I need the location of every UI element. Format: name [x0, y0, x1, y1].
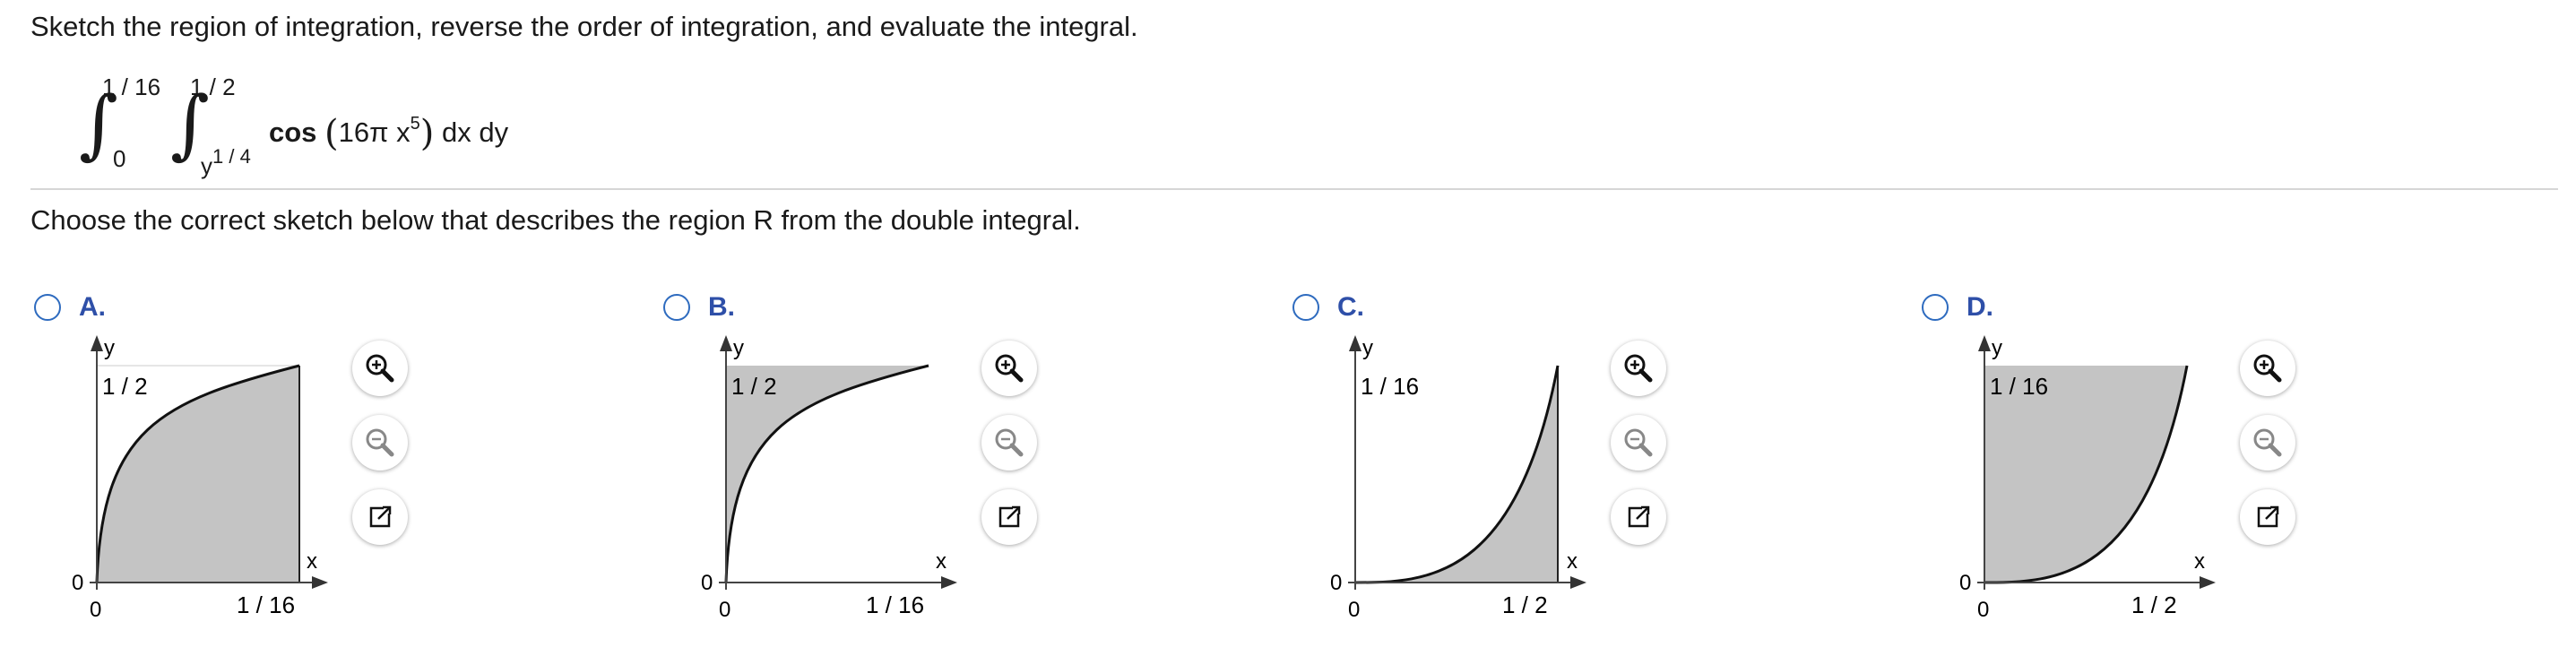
x-tick-label: 1 / 16 — [866, 591, 924, 618]
graph-option-a: y x 1 / 2 1 / 16 0 0 — [72, 335, 328, 622]
inner-upper-limit: 1 / 2 — [190, 73, 236, 100]
origin-y-label: 0 — [72, 571, 83, 595]
option-letter: C. — [1337, 292, 1364, 322]
y-tick-label: 1 / 2 — [731, 373, 777, 400]
option-a[interactable]: A. y x 1 / 2 1 / 16 0 0 — [34, 285, 644, 643]
divider — [30, 188, 2558, 190]
option-letter: D. — [1967, 292, 1993, 322]
popout-icon — [1628, 505, 1650, 528]
option-d[interactable]: D. y x 1 / 16 1 / 2 0 0 — [1922, 285, 2531, 643]
y-tick-label: 1 / 16 — [1990, 373, 2048, 400]
popout-button[interactable] — [2240, 489, 2295, 545]
option-letter: B. — [708, 292, 735, 322]
zoom-out-icon — [2253, 428, 2282, 457]
radio-option-c[interactable] — [1292, 294, 1319, 321]
axis-label-x: x — [936, 549, 947, 574]
axis-label-x: x — [1567, 549, 1578, 574]
y-tick-label: 1 / 2 — [102, 373, 148, 400]
option-c[interactable]: C. y x 1 / 16 1 / 2 0 0 — [1292, 285, 1902, 643]
outer-lower-limit: 0 — [113, 145, 126, 172]
popout-button[interactable] — [352, 489, 408, 545]
popout-icon — [2257, 505, 2279, 528]
graph-option-d: y x 1 / 16 1 / 2 0 0 — [1959, 335, 2216, 622]
option-letter: A. — [79, 292, 106, 322]
origin-x-label: 0 — [1977, 598, 1989, 622]
radio-option-a[interactable] — [34, 294, 61, 321]
zoom-in-icon — [366, 354, 394, 383]
radio-option-d[interactable] — [1922, 294, 1949, 321]
zoom-in-button[interactable] — [352, 341, 408, 396]
outer-upper-limit: 1 / 16 — [102, 73, 161, 100]
zoom-in-button[interactable] — [2240, 341, 2295, 396]
zoom-out-button[interactable] — [352, 415, 408, 470]
integrand: cos (16π x5) dx dy — [269, 113, 509, 154]
origin-y-label: 0 — [1330, 571, 1342, 595]
zoom-in-icon — [1624, 354, 1653, 383]
zoom-in-button[interactable] — [981, 341, 1037, 396]
zoom-out-button[interactable] — [2240, 415, 2295, 470]
axis-label-y: y — [104, 336, 115, 360]
axis-label-x: x — [307, 549, 317, 574]
origin-x-label: 0 — [90, 598, 101, 622]
zoom-in-icon — [2253, 354, 2282, 383]
zoom-out-icon — [995, 428, 1024, 457]
graph-option-c: y x 1 / 16 1 / 2 0 0 — [1330, 335, 1586, 622]
question-prompt: Sketch the region of integration, revers… — [30, 11, 1138, 42]
x-tick-label: 1 / 2 — [1502, 591, 1548, 618]
inner-lower-limit: y1 / 4 — [201, 145, 251, 179]
option-b[interactable]: B. y x 1 / 2 1 / 16 0 0 — [663, 285, 1273, 643]
zoom-out-button[interactable] — [1611, 415, 1666, 470]
origin-x-label: 0 — [719, 598, 730, 622]
zoom-in-button[interactable] — [1611, 341, 1666, 396]
origin-x-label: 0 — [1348, 598, 1360, 622]
graph-option-b: y x 1 / 2 1 / 16 0 0 — [701, 335, 957, 622]
popout-button[interactable] — [1611, 489, 1666, 545]
axis-label-y: y — [1992, 336, 2002, 360]
axis-label-x: x — [2194, 549, 2205, 574]
y-tick-label: 1 / 16 — [1361, 373, 1419, 400]
origin-y-label: 0 — [701, 571, 713, 595]
x-tick-label: 1 / 16 — [237, 591, 295, 618]
popout-button[interactable] — [981, 489, 1037, 545]
zoom-out-icon — [366, 428, 394, 457]
axis-label-y: y — [1362, 336, 1373, 360]
zoom-out-button[interactable] — [981, 415, 1037, 470]
origin-y-label: 0 — [1959, 571, 1971, 595]
zoom-in-icon — [995, 354, 1024, 383]
radio-option-b[interactable] — [663, 294, 690, 321]
sub-prompt: Choose the correct sketch below that des… — [30, 204, 1081, 236]
zoom-out-icon — [1624, 428, 1653, 457]
x-tick-label: 1 / 2 — [2131, 591, 2177, 618]
popout-icon — [998, 505, 1021, 528]
integral-expression: ∫ 1 / 16 0 ∫ 1 / 2 y1 / 4 cos (16π x5) d… — [72, 70, 574, 179]
axis-label-y: y — [733, 336, 744, 360]
popout-icon — [369, 505, 392, 528]
